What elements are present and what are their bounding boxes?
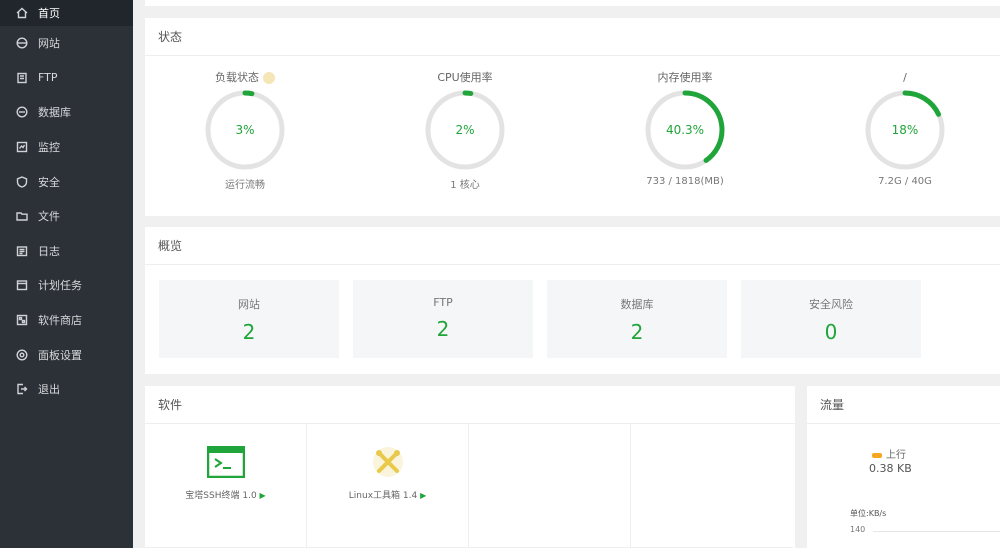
gauge-value: 18% <box>892 123 919 137</box>
sidebar-item-cron[interactable]: 计划任务 <box>0 268 133 303</box>
sidebar-item-label: 监控 <box>38 141 60 155</box>
shield-icon <box>16 175 28 188</box>
gear-icon <box>16 349 28 361</box>
software-item-toolbox[interactable]: Linux工具箱 1.4 ▶ <box>307 424 469 548</box>
ftp-icon <box>16 72 28 84</box>
sidebar-item-label: 文件 <box>38 210 60 224</box>
disk-gauge[interactable]: / 18% 7.2G / 40G <box>825 70 985 187</box>
sidebar-item-label: FTP <box>38 71 58 85</box>
software-item-name: 宝塔SSH终端 1.0 <box>185 491 257 501</box>
gauge-value: 2% <box>455 123 474 137</box>
overview-card-ftp[interactable]: FTP 2 <box>353 280 533 358</box>
play-icon: ▶ <box>420 491 427 500</box>
software-item-name: Linux工具箱 1.4 <box>348 491 418 501</box>
overview-card-database[interactable]: 数据库 2 <box>547 280 727 358</box>
gauge-ring: 3% <box>205 90 285 170</box>
overview-card-value: 0 <box>824 320 838 344</box>
gauge-value: 3% <box>235 123 254 137</box>
overview-card-sites[interactable]: 网站 2 <box>159 280 339 358</box>
sidebar-item-label: 首页 <box>38 7 60 20</box>
sidebar-item-label: 面板设置 <box>38 348 82 362</box>
overview-panel: 概览 网站 2 FTP 2 数据库 2 安全风险 0 <box>145 227 1000 374</box>
folder-icon <box>16 210 28 222</box>
sidebar-item-label: 网站 <box>38 37 60 51</box>
terminal-icon <box>206 446 245 478</box>
traffic-legend-label: 上行 <box>886 450 906 461</box>
gauge-ring: 40.3% <box>645 90 725 170</box>
sidebar-item-label: 日志 <box>38 244 60 258</box>
gauge-title: CPU使用率 <box>437 71 493 84</box>
sidebar-item-files[interactable]: 文件 <box>0 199 133 234</box>
traffic-gridline <box>873 531 1000 532</box>
toolbox-icon <box>372 447 403 477</box>
sidebar-item-label: 数据库 <box>38 106 71 120</box>
sidebar-item-security[interactable]: 安全 <box>0 164 133 199</box>
log-icon <box>16 245 28 257</box>
database-icon <box>16 106 28 118</box>
overview-card-security[interactable]: 安全风险 0 <box>741 280 921 358</box>
gauge-value: 40.3% <box>666 123 704 137</box>
gauge-title: / <box>903 71 907 84</box>
status-panel-title: 状态 <box>145 18 1000 56</box>
overview-card-label: 数据库 <box>620 298 654 311</box>
traffic-up-value: 0.38 KB <box>869 462 912 475</box>
sidebar-item-label: 软件商店 <box>38 314 82 328</box>
sidebar-item-sites[interactable]: 网站 <box>0 26 133 61</box>
home-icon <box>16 7 28 19</box>
software-panel: 软件 宝塔SSH终端 1.0 ▶ Linux工具箱 1.4 ▶ <box>145 386 795 548</box>
sidebar-item-logout[interactable]: 退出 <box>0 372 133 407</box>
load-gauge[interactable]: 负载状态 3% 运行流畅 <box>165 70 325 191</box>
store-icon <box>16 314 28 326</box>
sidebar: 首页 网站 FTP 数据库 监控 安全 文件 日志 计划任务 软件商店 面板设置 <box>0 0 133 548</box>
overview-card-value: 2 <box>436 317 450 341</box>
sidebar-item-settings[interactable]: 面板设置 <box>0 337 133 372</box>
traffic-legend-up: 上行 <box>872 446 906 461</box>
monitor-icon <box>16 141 28 153</box>
overview-card-label: 网站 <box>238 298 260 311</box>
software-slot-empty <box>631 424 793 548</box>
sidebar-item-store[interactable]: 软件商店 <box>0 303 133 338</box>
software-panel-title: 软件 <box>145 386 795 424</box>
traffic-unit-label: 单位:KB/s <box>850 509 887 518</box>
calendar-icon <box>16 279 28 291</box>
upload-legend-swatch <box>872 452 882 458</box>
globe-icon <box>16 37 28 49</box>
status-panel: 状态 负载状态 3% 运行流畅 CPU使用率 2% 1 核心 内存使用率 40.… <box>145 18 1000 216</box>
cpu-gauge[interactable]: CPU使用率 2% 1 核心 <box>385 70 545 191</box>
play-icon: ▶ <box>259 491 266 500</box>
sidebar-item-monitor[interactable]: 监控 <box>0 130 133 165</box>
gauge-subtitle: 运行流畅 <box>225 180 265 191</box>
overview-card-label: 安全风险 <box>809 298 853 311</box>
sidebar-item-label: 安全 <box>38 175 60 189</box>
sidebar-item-ftp[interactable]: FTP <box>0 61 133 96</box>
overview-card-label: FTP <box>433 296 453 309</box>
gauge-ring: 2% <box>425 90 505 170</box>
traffic-axis-tick: 140 <box>850 525 866 534</box>
memory-gauge[interactable]: 内存使用率 40.3% 733 / 1818(MB) <box>605 70 765 187</box>
sidebar-item-database[interactable]: 数据库 <box>0 95 133 130</box>
software-slot-empty <box>469 424 631 548</box>
sidebar-item-logs[interactable]: 日志 <box>0 234 133 269</box>
gauge-subtitle: 7.2G / 40G <box>878 176 932 187</box>
traffic-panel: 流量 上行 0.38 KB 单位:KB/s 140 <box>807 386 1000 548</box>
overview-card-value: 2 <box>242 320 256 344</box>
gauge-title: 内存使用率 <box>657 71 713 84</box>
gauge-subtitle: 1 核心 <box>450 180 480 191</box>
overview-panel-title: 概览 <box>145 227 1000 265</box>
gauge-ring: 18% <box>865 90 945 170</box>
sidebar-item-label: 计划任务 <box>38 279 82 293</box>
traffic-panel-title: 流量 <box>807 386 1000 424</box>
sidebar-item-label: 退出 <box>38 383 60 397</box>
overview-card-value: 2 <box>630 320 644 344</box>
info-icon[interactable] <box>263 72 275 84</box>
software-item-ssh[interactable]: 宝塔SSH终端 1.0 ▶ <box>145 424 307 548</box>
gauge-title: 负载状态 <box>215 71 259 84</box>
logout-icon <box>16 383 28 395</box>
top-panel-strip <box>145 0 1000 6</box>
gauge-subtitle: 733 / 1818(MB) <box>646 176 724 187</box>
sidebar-item-home[interactable]: 首页 <box>0 0 133 26</box>
software-grid: 宝塔SSH终端 1.0 ▶ Linux工具箱 1.4 ▶ <box>145 424 795 548</box>
